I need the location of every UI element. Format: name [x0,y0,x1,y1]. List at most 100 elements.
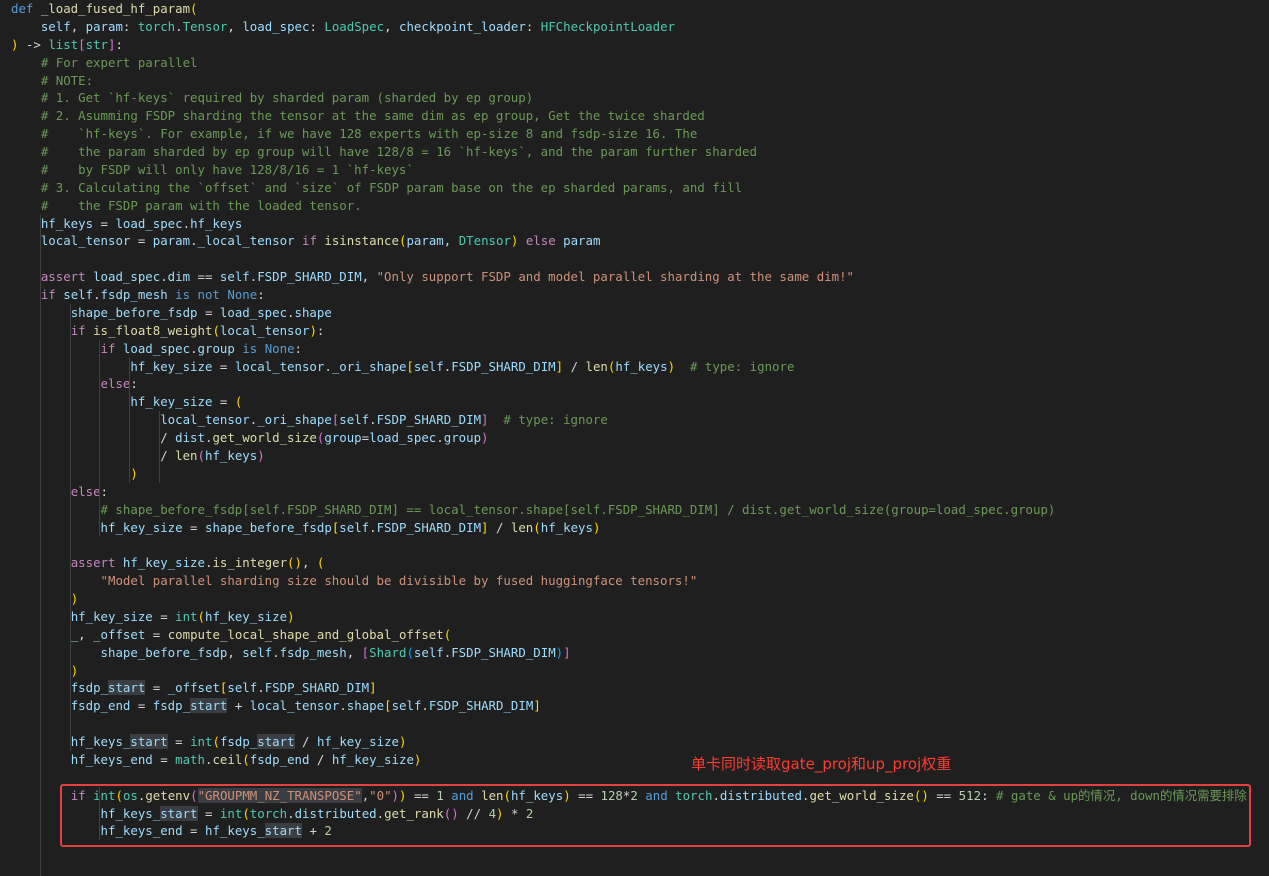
code-token: # type: ignore [488,412,608,428]
code-token: local_tensor [249,698,340,714]
code-token: _ori_shape [331,358,407,374]
code-token: hf_keys_ [70,734,131,750]
code-token: ceil [212,751,243,767]
code-line[interactable]: fsdp_end = fsdp_start + local_tensor.sha… [11,697,541,715]
code-line[interactable]: hf_key_size = ( [11,393,242,411]
code-line[interactable]: if load_spec.group is None: [11,340,302,358]
code-line[interactable]: self, param: torch.Tensor, load_spec: Lo… [11,18,675,36]
code-token: hf_key_size [331,751,414,767]
code-token: load_spec [122,340,191,356]
code-line[interactable]: shape_before_fsdp = load_spec.shape [11,304,332,322]
code-token: . [257,680,265,696]
code-token: FSDP_SHARD_DIM [376,519,482,535]
code-line[interactable]: hf_keys = load_spec.hf_keys [11,215,242,233]
code-line[interactable]: shape_before_fsdp, self.fsdp_mesh, [Shar… [11,644,571,662]
code-token: ) [70,591,79,607]
code-line[interactable]: ) -> list[str]: [11,36,123,54]
code-line[interactable]: if self.fsdp_mesh is not None: [11,286,265,304]
code-token: . [339,698,347,714]
code-line[interactable]: fsdp_start = _offset[self.FSDP_SHARD_DIM… [11,679,377,697]
code-token: self [219,269,250,285]
code-token: ( [242,751,250,767]
code-token: hf_key_size [130,394,213,410]
code-line[interactable]: # 1. Get `hf-keys` required by sharded p… [11,89,533,107]
indent-guide [69,303,71,751]
code-token: shape [346,698,385,714]
code-token: / [309,751,332,767]
code-line[interactable]: def _load_fused_hf_param( [11,0,198,18]
indent-guide [99,339,101,501]
code-token: start [257,734,295,750]
code-token: ) [294,555,302,571]
code-token: is [234,340,265,356]
code-token: assert [70,555,123,571]
code-token: = [212,394,235,410]
code-token: : [130,376,138,392]
code-token: local_tensor [160,412,250,428]
code-line[interactable]: assert hf_key_size.is_integer(), ( [11,554,325,572]
code-line[interactable]: ) [11,662,78,680]
code-line[interactable]: # 2. Asumming FSDP sharding the tensor a… [11,107,705,125]
code-line[interactable]: / len(hf_keys) [11,447,264,465]
code-token: hf_key_size [70,608,153,624]
code-line[interactable]: local_tensor = param._local_tensor if is… [11,232,601,250]
code-token: # the FSDP param with the loaded tensor. [11,197,362,213]
code-token: : [525,18,541,34]
code-token: list [48,36,79,52]
code-line[interactable]: # `hf-keys`. For example, if we have 128… [11,125,697,143]
code-token: . [93,287,101,303]
code-token: DTensor [458,233,511,249]
code-token: . [421,698,429,714]
code-line[interactable]: # For expert parallel [11,54,198,72]
code-token: , [443,233,459,249]
code-line[interactable]: # NOTE: [11,72,93,90]
code-token: self [227,680,258,696]
code-token: ( [406,644,414,660]
code-line[interactable]: # the param sharded by ep group will hav… [11,143,757,161]
code-token: . [175,18,183,34]
code-line[interactable]: ) [11,590,78,608]
code-editor[interactable]: def _load_fused_hf_param( self, param: t… [0,0,1269,876]
code-line[interactable]: else: [11,375,138,393]
code-line[interactable]: # 3. Calculating the `offset` and `size`… [11,179,742,197]
code-token: # For expert parallel [11,54,198,70]
code-token: hf_keys [540,519,593,535]
code-token: Shard [369,644,407,660]
code-line[interactable]: hf_key_size = int(hf_key_size) [11,608,295,626]
code-token: = [152,751,176,767]
code-token: = [182,519,205,535]
code-token: = [130,698,153,714]
code-line[interactable]: "Model parallel sharding size should be … [11,572,698,590]
code-line[interactable]: # the FSDP param with the loaded tensor. [11,197,362,215]
code-token: self [391,698,422,714]
code-line[interactable]: hf_keys_end = math.ceil(fsdp_end / hf_ke… [11,751,422,769]
code-token: : [115,36,123,52]
code-line[interactable]: # shape_before_fsdp[self.FSDP_SHARD_DIM]… [11,501,1056,519]
code-token: # 3. Calculating the `offset` and `size`… [11,179,743,195]
code-token: FSDP_SHARD_DIM [264,680,370,696]
code-line[interactable]: # by FSDP will only have 128/8/16 = 1 `h… [11,161,414,179]
code-token: . [369,412,377,428]
code-token: fsdp_ [152,698,191,714]
code-token: shape_before_fsdp [70,304,198,320]
code-line[interactable]: ) [11,465,137,483]
code-token: ] [533,698,541,714]
code-token: = [145,680,168,696]
code-line[interactable]: else: [11,483,108,501]
code-line[interactable]: assert load_spec.dim == self.FSDP_SHARD_… [11,268,854,286]
code-token: + [227,698,250,714]
code-line[interactable]: if is_float8_weight(local_tensor): [11,322,325,340]
code-token: math [175,751,205,767]
code-token: ( [443,626,452,642]
code-token: ] [563,644,571,660]
code-line[interactable]: / dist.get_world_size(group=load_spec.gr… [11,429,488,447]
code-line[interactable]: _, _offset = compute_local_shape_and_glo… [11,626,451,644]
code-token: fsdp_mesh [100,287,168,303]
code-line[interactable]: local_tensor._ori_shape[self.FSDP_SHARD_… [11,411,608,429]
code-token: load_spec [115,215,183,231]
